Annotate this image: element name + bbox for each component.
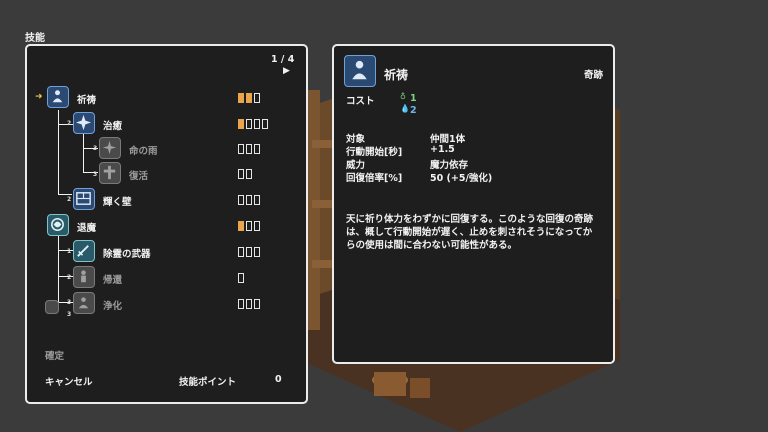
cost-blue-value: 2 xyxy=(410,105,417,116)
stat-value: +1.5 xyxy=(430,144,455,155)
cost-green-value: 1 xyxy=(410,93,417,104)
level-pip-empty xyxy=(254,93,260,103)
stat-label: 対象 xyxy=(346,134,366,145)
detail-category: 奇跡 xyxy=(584,70,604,81)
skill-row-purify[interactable]: 浄化 xyxy=(27,290,306,316)
exorcism-icon xyxy=(47,214,69,236)
description-line: は、概して行動開始が遅く、止めを刺されそうになってか xyxy=(346,227,593,238)
mana-drop-icon: 💧 xyxy=(400,104,410,113)
stat-value: 仲間1体 xyxy=(430,134,466,145)
level-pip-empty xyxy=(254,247,260,257)
skill-row-holy-weapon[interactable]: 除霊の武器 xyxy=(27,238,306,264)
skill-name: 祈祷 xyxy=(77,95,97,106)
prayer-icon xyxy=(47,86,69,108)
skill-points-value: 0 xyxy=(275,374,282,385)
skill-name: 帰還 xyxy=(103,275,123,286)
skill-level-pips xyxy=(238,169,252,179)
rain-of-life-icon xyxy=(99,137,121,159)
level-pip-empty xyxy=(246,119,252,129)
skill-row-prayer[interactable]: 祈祷 xyxy=(27,84,306,110)
level-pip-empty xyxy=(254,144,260,154)
skill-level-pips xyxy=(238,144,260,154)
level-pip-filled xyxy=(246,93,252,103)
skill-level-pips xyxy=(238,247,260,257)
cost-label: コスト xyxy=(346,96,375,107)
level-pip-empty xyxy=(238,273,244,283)
prayer-icon xyxy=(344,55,376,87)
skill-points-label: 技能ポイント xyxy=(179,377,237,388)
confirm-button[interactable]: 確定 xyxy=(45,348,64,362)
stamina-icon: ♁ xyxy=(400,92,406,101)
stat-label: 行動開始[秒] xyxy=(346,147,403,158)
skill-detail-panel: 祈祷 奇跡 コスト ♁ 1 💧 2 対象 仲間1体 行動開始[秒] +1.5 威… xyxy=(332,44,615,364)
stat-value: 魔力依存 xyxy=(430,160,469,171)
level-pip-empty xyxy=(262,119,268,129)
stat-label: 回復倍率[%] xyxy=(346,173,403,184)
cancel-button[interactable]: キャンセル xyxy=(45,374,93,388)
level-pip-empty xyxy=(254,195,260,205)
skill-name: 浄化 xyxy=(103,301,123,312)
level-pip-filled xyxy=(238,119,244,129)
level-pip-empty xyxy=(246,144,252,154)
sparkle-heal-icon xyxy=(73,112,95,134)
detail-skill-name: 祈祷 xyxy=(384,68,409,82)
holy-weapon-icon xyxy=(73,240,95,262)
skill-name: 復活 xyxy=(129,171,149,182)
level-pip-empty xyxy=(246,169,252,179)
skill-row-rain-of-life[interactable]: 命の雨 xyxy=(27,135,306,161)
skill-level-pips xyxy=(238,273,244,283)
skill-name: 輝く壁 xyxy=(103,197,132,208)
skill-row-heal[interactable]: 治癒 xyxy=(27,110,306,136)
level-pip-empty xyxy=(246,299,252,309)
stat-value: 50 (+5/強化) xyxy=(430,173,493,184)
level-pip-empty xyxy=(238,169,244,179)
next-page-arrow-icon[interactable]: ▶ xyxy=(283,66,290,76)
return-icon xyxy=(73,266,95,288)
level-pip-filled xyxy=(238,93,244,103)
description-line: 天に祈り体力をわずかに回復する。このような回復の奇跡 xyxy=(346,214,594,225)
stat-label: 威力 xyxy=(346,160,366,171)
level-pip-empty xyxy=(238,247,244,257)
level-pip-empty xyxy=(246,195,252,205)
page-indicator: 1 / 4 xyxy=(271,54,295,65)
shining-wall-icon xyxy=(73,188,95,210)
skill-level-pips xyxy=(238,221,260,231)
skill-name: 退魔 xyxy=(77,223,97,234)
skill-row-revive[interactable]: 復活 xyxy=(27,160,306,186)
level-pip-empty xyxy=(246,221,252,231)
skill-level-pips xyxy=(238,195,260,205)
skill-level-pips xyxy=(238,119,268,129)
skill-name: 治癒 xyxy=(103,121,123,132)
screen-title: 技能 xyxy=(25,33,45,44)
skill-row-shining-wall[interactable]: 輝く壁 xyxy=(27,186,306,212)
skill-tree-panel: 1 / 4 ▶ 2 3 3 2 1 2 3 3 ➜ 祈祷 治癒 命の雨 復活 輝… xyxy=(25,44,308,404)
level-pip-filled xyxy=(238,221,244,231)
skill-name: 除霊の武器 xyxy=(103,249,151,260)
level-pip-empty xyxy=(254,221,260,231)
level-pip-empty xyxy=(254,299,260,309)
level-pip-empty xyxy=(238,299,244,309)
skill-row-exorcism[interactable]: 退魔 xyxy=(27,212,306,238)
skill-level-pips xyxy=(238,93,260,103)
description-line: らの使用は間に合わない可能性がある。 xyxy=(346,240,518,251)
skill-row-return[interactable]: 帰還 xyxy=(27,264,306,290)
level-pip-empty xyxy=(246,247,252,257)
skill-level-pips xyxy=(238,299,260,309)
small-locked-icon xyxy=(45,300,59,314)
skill-name: 命の雨 xyxy=(129,146,158,157)
level-pip-empty xyxy=(238,144,244,154)
revive-icon xyxy=(99,162,121,184)
level-pip-empty xyxy=(238,195,244,205)
purify-icon xyxy=(73,292,95,314)
level-pip-empty xyxy=(254,119,260,129)
